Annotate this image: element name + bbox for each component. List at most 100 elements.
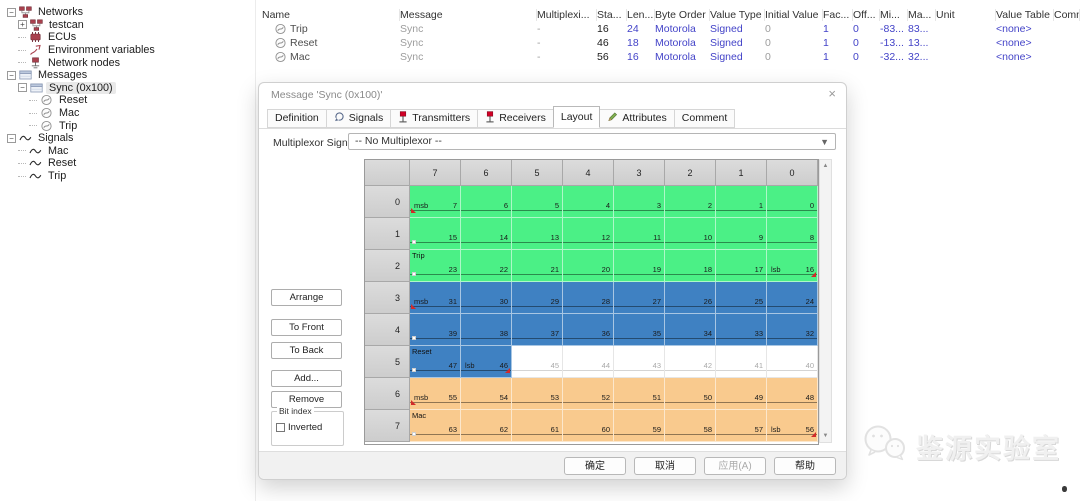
bit-cell-39[interactable]: 39: [410, 314, 461, 346]
dialog-button-[interactable]: 取消: [634, 457, 696, 475]
column-header-mi-[interactable]: Mi...: [880, 9, 908, 21]
to-front-button[interactable]: To Front: [271, 319, 342, 336]
bit-cell-45[interactable]: 45: [512, 346, 563, 378]
bit-cell-19[interactable]: 19: [614, 250, 665, 282]
bit-cell-33[interactable]: 33: [716, 314, 767, 346]
tree-item-reset[interactable]: Reset: [0, 94, 254, 107]
column-header-initial-value[interactable]: Initial Value: [765, 9, 823, 21]
bit-cell-29[interactable]: 29: [512, 282, 563, 314]
bit-cell-51[interactable]: 51: [614, 378, 665, 410]
bit-cell-12[interactable]: 12: [563, 218, 614, 250]
bit-cell-10[interactable]: 10: [665, 218, 716, 250]
collapse-icon[interactable]: −: [7, 71, 16, 80]
bit-cell-40[interactable]: 40: [767, 346, 818, 378]
bit-cell-49[interactable]: 49: [716, 378, 767, 410]
tree-item-mac[interactable]: Mac: [0, 145, 254, 158]
bit-cell-7[interactable]: 7msb: [410, 186, 461, 218]
bit-cell-23[interactable]: 23Trip: [410, 250, 461, 282]
bit-cell-37[interactable]: 37: [512, 314, 563, 346]
bit-cell-6[interactable]: 6: [461, 186, 512, 218]
bit-cell-15[interactable]: 15: [410, 218, 461, 250]
bit-cell-42[interactable]: 42: [665, 346, 716, 378]
dialog-button-[interactable]: 确定: [564, 457, 626, 475]
bit-cell-55[interactable]: 55msb: [410, 378, 461, 410]
column-header-len-[interactable]: Len...: [627, 9, 655, 21]
bit-cell-61[interactable]: 61: [512, 410, 563, 442]
bit-cell-0[interactable]: 0: [767, 186, 818, 218]
table-row[interactable]: MacSync-5616MotorolaSigned010-32...32...…: [262, 50, 1080, 64]
bit-cell-27[interactable]: 27: [614, 282, 665, 314]
bit-cell-46[interactable]: 46lsb: [461, 346, 512, 378]
table-row[interactable]: ResetSync-4618MotorolaSigned010-13...13.…: [262, 36, 1080, 50]
bit-cell-13[interactable]: 13: [512, 218, 563, 250]
tree-item-testcan[interactable]: +testcan: [0, 19, 254, 32]
column-header-sta-[interactable]: Sta...: [597, 9, 627, 21]
bit-cell-59[interactable]: 59: [614, 410, 665, 442]
scroll-down-icon[interactable]: ▼: [820, 430, 831, 442]
tree-item-signals[interactable]: −Signals: [0, 132, 254, 145]
tree-item-trip[interactable]: Trip: [0, 170, 254, 183]
bit-cell-1[interactable]: 1: [716, 186, 767, 218]
bit-cell-50[interactable]: 50: [665, 378, 716, 410]
bit-cell-16[interactable]: 16lsb: [767, 250, 818, 282]
bit-cell-53[interactable]: 53: [512, 378, 563, 410]
tree-item-reset[interactable]: Reset: [0, 157, 254, 170]
bit-cell-52[interactable]: 52: [563, 378, 614, 410]
bit-cell-21[interactable]: 21: [512, 250, 563, 282]
bit-cell-28[interactable]: 28: [563, 282, 614, 314]
column-header-fac-[interactable]: Fac...: [823, 9, 853, 21]
close-icon[interactable]: ×: [828, 86, 836, 101]
bit-cell-47[interactable]: 47Reset: [410, 346, 461, 378]
column-header-off-[interactable]: Off...: [853, 9, 880, 21]
expand-icon[interactable]: +: [18, 20, 27, 29]
bit-cell-62[interactable]: 62: [461, 410, 512, 442]
column-header-value-table[interactable]: Value Table: [996, 9, 1054, 21]
add--button[interactable]: Add...: [271, 370, 342, 387]
dialog-button-[interactable]: 帮助: [774, 457, 836, 475]
tree-item-network-nodes[interactable]: Network nodes: [0, 56, 254, 69]
bit-cell-58[interactable]: 58: [665, 410, 716, 442]
column-header-ma-[interactable]: Ma...: [908, 9, 936, 21]
bit-cell-26[interactable]: 26: [665, 282, 716, 314]
bit-cell-11[interactable]: 11: [614, 218, 665, 250]
bit-cell-18[interactable]: 18: [665, 250, 716, 282]
bit-cell-36[interactable]: 36: [563, 314, 614, 346]
bit-cell-5[interactable]: 5: [512, 186, 563, 218]
bit-cell-3[interactable]: 3: [614, 186, 665, 218]
tree-item-sync-0x100-[interactable]: −Sync (0x100): [0, 82, 254, 95]
inverted-checkbox[interactable]: [276, 423, 285, 432]
collapse-icon[interactable]: −: [18, 83, 27, 92]
bit-cell-44[interactable]: 44: [563, 346, 614, 378]
tree-item-networks[interactable]: −Networks: [0, 6, 254, 19]
tab-comment[interactable]: Comment: [674, 109, 736, 128]
bit-cell-20[interactable]: 20: [563, 250, 614, 282]
bit-cell-2[interactable]: 2: [665, 186, 716, 218]
bit-cell-30[interactable]: 30: [461, 282, 512, 314]
bit-cell-24[interactable]: 24: [767, 282, 818, 314]
bit-cell-9[interactable]: 9: [716, 218, 767, 250]
column-header-comm[interactable]: Comm: [1054, 9, 1080, 21]
tab-attributes[interactable]: Attributes: [599, 109, 674, 128]
tree-item-mac[interactable]: Mac: [0, 107, 254, 120]
column-header-name[interactable]: Name: [262, 9, 400, 21]
bit-cell-48[interactable]: 48: [767, 378, 818, 410]
collapse-icon[interactable]: −: [7, 8, 16, 17]
bit-cell-8[interactable]: 8: [767, 218, 818, 250]
arrange-button[interactable]: Arrange: [271, 289, 342, 306]
bit-cell-17[interactable]: 17: [716, 250, 767, 282]
grid-scrollbar[interactable]: ▲ ▼: [819, 159, 832, 443]
multiplexor-select[interactable]: -- No Multiplexor -- ▼: [348, 133, 836, 150]
bit-cell-4[interactable]: 4: [563, 186, 614, 218]
column-header-unit[interactable]: Unit: [936, 9, 996, 21]
bit-cell-54[interactable]: 54: [461, 378, 512, 410]
bit-cell-57[interactable]: 57: [716, 410, 767, 442]
bit-cell-38[interactable]: 38: [461, 314, 512, 346]
bit-cell-56[interactable]: 56lsb: [767, 410, 818, 442]
tab-layout[interactable]: Layout: [553, 106, 601, 128]
scroll-up-icon[interactable]: ▲: [820, 160, 831, 172]
tab-transmitters[interactable]: Transmitters: [390, 109, 478, 128]
column-header-message[interactable]: Message: [400, 9, 537, 21]
to-back-button[interactable]: To Back: [271, 342, 342, 359]
collapse-icon[interactable]: −: [7, 134, 16, 143]
bit-cell-60[interactable]: 60: [563, 410, 614, 442]
